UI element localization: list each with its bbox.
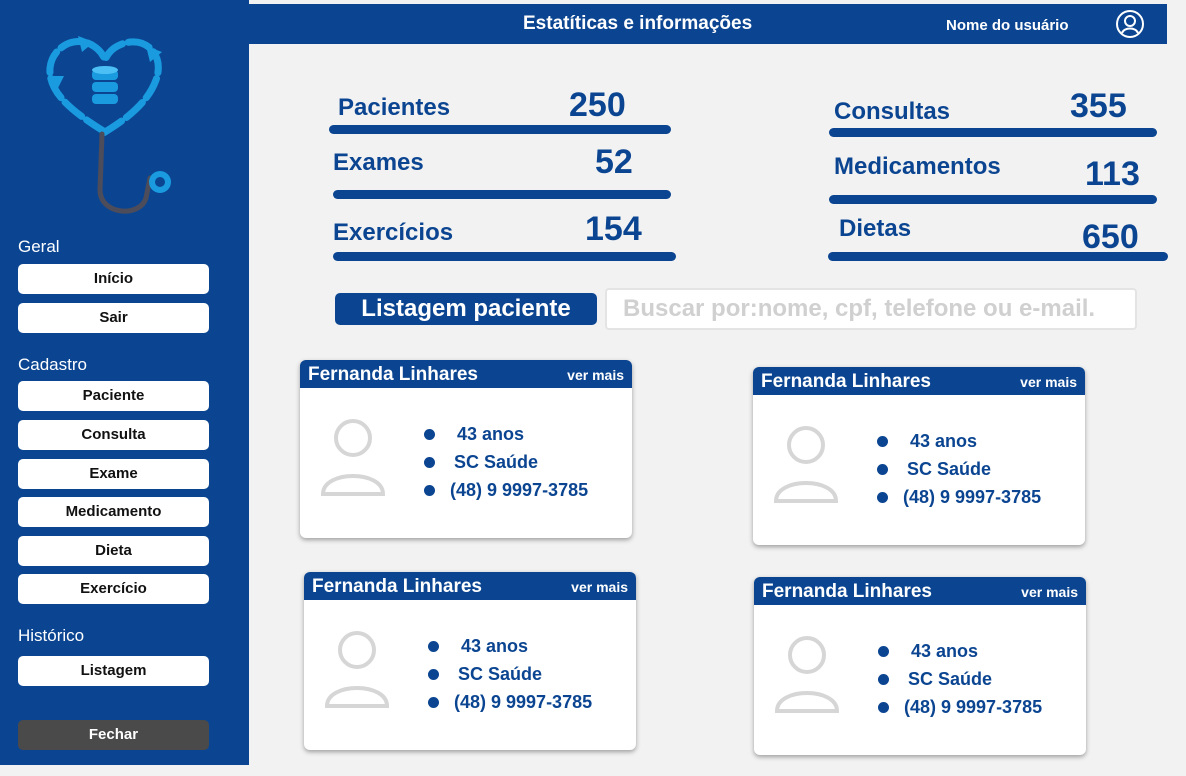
see-more-link[interactable]: ver mais [1021,584,1078,600]
patient-card: Fernanda Linhares ver mais 43 anos SC Sa… [300,360,632,538]
stat-divider [828,252,1168,261]
patient-phone: (48) 9 9997-3785 [424,479,588,507]
bullet-icon [877,436,888,447]
page-title: Estatíticas e informações [523,13,753,34]
sidebar: Geral Início Sair Cadastro Paciente Cons… [0,0,249,765]
stat-value-consultas: 355 [1070,87,1127,125]
bullet-icon [424,429,435,440]
avatar-placeholder-icon [774,636,840,713]
section-label-geral: Geral [18,237,60,256]
patient-card: Fernanda Linhares ver mais 43 anos SC Sa… [304,572,636,750]
stat-value-exames: 52 [595,143,633,181]
patient-plan: SC Saúde [428,663,592,691]
patient-info-list: 43 anos SC Saúde (48) 9 9997-3785 [878,640,1042,724]
patient-age-text: 43 anos [461,636,529,656]
bullet-icon [878,646,889,657]
patient-plan: SC Saúde [878,668,1042,696]
bullet-icon [878,702,889,713]
avatar-placeholder-icon [773,426,839,503]
sidebar-item-exame[interactable]: Exame [18,459,209,489]
section-label-cadastro: Cadastro [18,355,87,374]
patient-info-list: 43 anos SC Saúde (48) 9 9997-3785 [424,423,588,507]
patient-plan-text: SC Saúde [454,452,539,472]
patient-age-text: 43 anos [457,424,525,444]
patient-name: Fernanda Linhares [762,581,932,602]
patient-name: Fernanda Linhares [761,371,931,392]
patient-age-text: 43 anos [911,641,979,661]
patient-phone-text: (48) 9 9997-3785 [903,487,1042,507]
patient-phone: (48) 9 9997-3785 [878,696,1042,724]
patient-plan-text: SC Saúde [458,664,543,684]
patient-card: Fernanda Linhares ver mais 43 anos SC Sa… [753,367,1085,545]
bullet-icon [877,464,888,475]
patient-phone-text: (48) 9 9997-3785 [454,692,593,712]
stethoscope-heart-logo [46,36,171,214]
stat-divider [829,128,1157,137]
patient-phone: (48) 9 9997-3785 [877,486,1041,514]
search-input[interactable] [605,288,1137,330]
stat-label-medicamentos: Medicamentos [834,153,1001,180]
patient-age: 43 anos [428,635,592,663]
bullet-icon [878,674,889,685]
patient-phone: (48) 9 9997-3785 [428,691,592,719]
patient-phone-text: (48) 9 9997-3785 [450,480,589,500]
bullet-icon [428,641,439,652]
patient-age-text: 43 anos [910,431,978,451]
sidebar-item-dieta[interactable]: Dieta [18,536,209,566]
see-more-link[interactable]: ver mais [1020,374,1077,390]
patient-info-list: 43 anos SC Saúde (48) 9 9997-3785 [428,635,592,719]
bullet-icon [877,492,888,503]
patient-age: 43 anos [424,423,588,451]
see-more-link[interactable]: ver mais [567,367,624,383]
sidebar-item-sair[interactable]: Sair [18,303,209,333]
user-account-icon[interactable] [1115,9,1145,39]
patient-age: 43 anos [878,640,1042,668]
patient-card-header: Fernanda Linhares ver mais [300,360,632,388]
sidebar-item-listagem[interactable]: Listagem [18,656,209,686]
patient-card: Fernanda Linhares ver mais 43 anos SC Sa… [754,577,1086,755]
patient-card-header: Fernanda Linhares ver mais [304,572,636,600]
patient-name: Fernanda Linhares [308,364,478,385]
stat-label-consultas: Consultas [834,98,951,125]
user-name: Nome do usuário [946,17,1069,34]
sidebar-item-inicio[interactable]: Início [18,264,209,294]
sidebar-item-paciente[interactable]: Paciente [18,381,209,411]
see-more-link[interactable]: ver mais [571,579,628,595]
stat-value-medicamentos: 113 [1085,155,1140,193]
stat-divider [333,252,676,261]
stat-divider [829,195,1157,204]
patient-name: Fernanda Linhares [312,576,482,597]
stat-label-exercicios: Exercícios [333,219,454,246]
section-label-historico: Histórico [18,626,85,645]
stat-value-exercicios: 154 [585,210,642,248]
sidebar-item-exercicio[interactable]: Exercício [18,574,209,604]
close-button[interactable]: Fechar [18,720,209,750]
stat-value-pacientes: 250 [569,86,626,124]
stat-divider [329,125,671,134]
bullet-icon [424,485,435,496]
header-bar: Estatíticas e informações Nome do usuári… [249,4,1167,44]
patient-card-header: Fernanda Linhares ver mais [753,367,1085,395]
patient-plan: SC Saúde [424,451,588,479]
patient-age: 43 anos [877,430,1041,458]
avatar-placeholder-icon [320,419,386,496]
sidebar-item-consulta[interactable]: Consulta [18,420,209,450]
patient-plan-text: SC Saúde [907,459,992,479]
stat-divider [333,190,671,199]
patient-plan-text: SC Saúde [908,669,993,689]
avatar-placeholder-icon [324,631,390,708]
stat-label-pacientes: Pacientes [338,94,451,121]
sidebar-item-medicamento[interactable]: Medicamento [18,497,209,527]
patient-plan: SC Saúde [877,458,1041,486]
bullet-icon [428,697,439,708]
bullet-icon [424,457,435,468]
patient-card-header: Fernanda Linhares ver mais [754,577,1086,605]
listing-title-button[interactable]: Listagem paciente [335,293,597,325]
patient-phone-text: (48) 9 9997-3785 [904,697,1043,717]
stat-label-dietas: Dietas [839,215,912,242]
bullet-icon [428,669,439,680]
stat-label-exames: Exames [333,149,424,176]
patient-info-list: 43 anos SC Saúde (48) 9 9997-3785 [877,430,1041,514]
